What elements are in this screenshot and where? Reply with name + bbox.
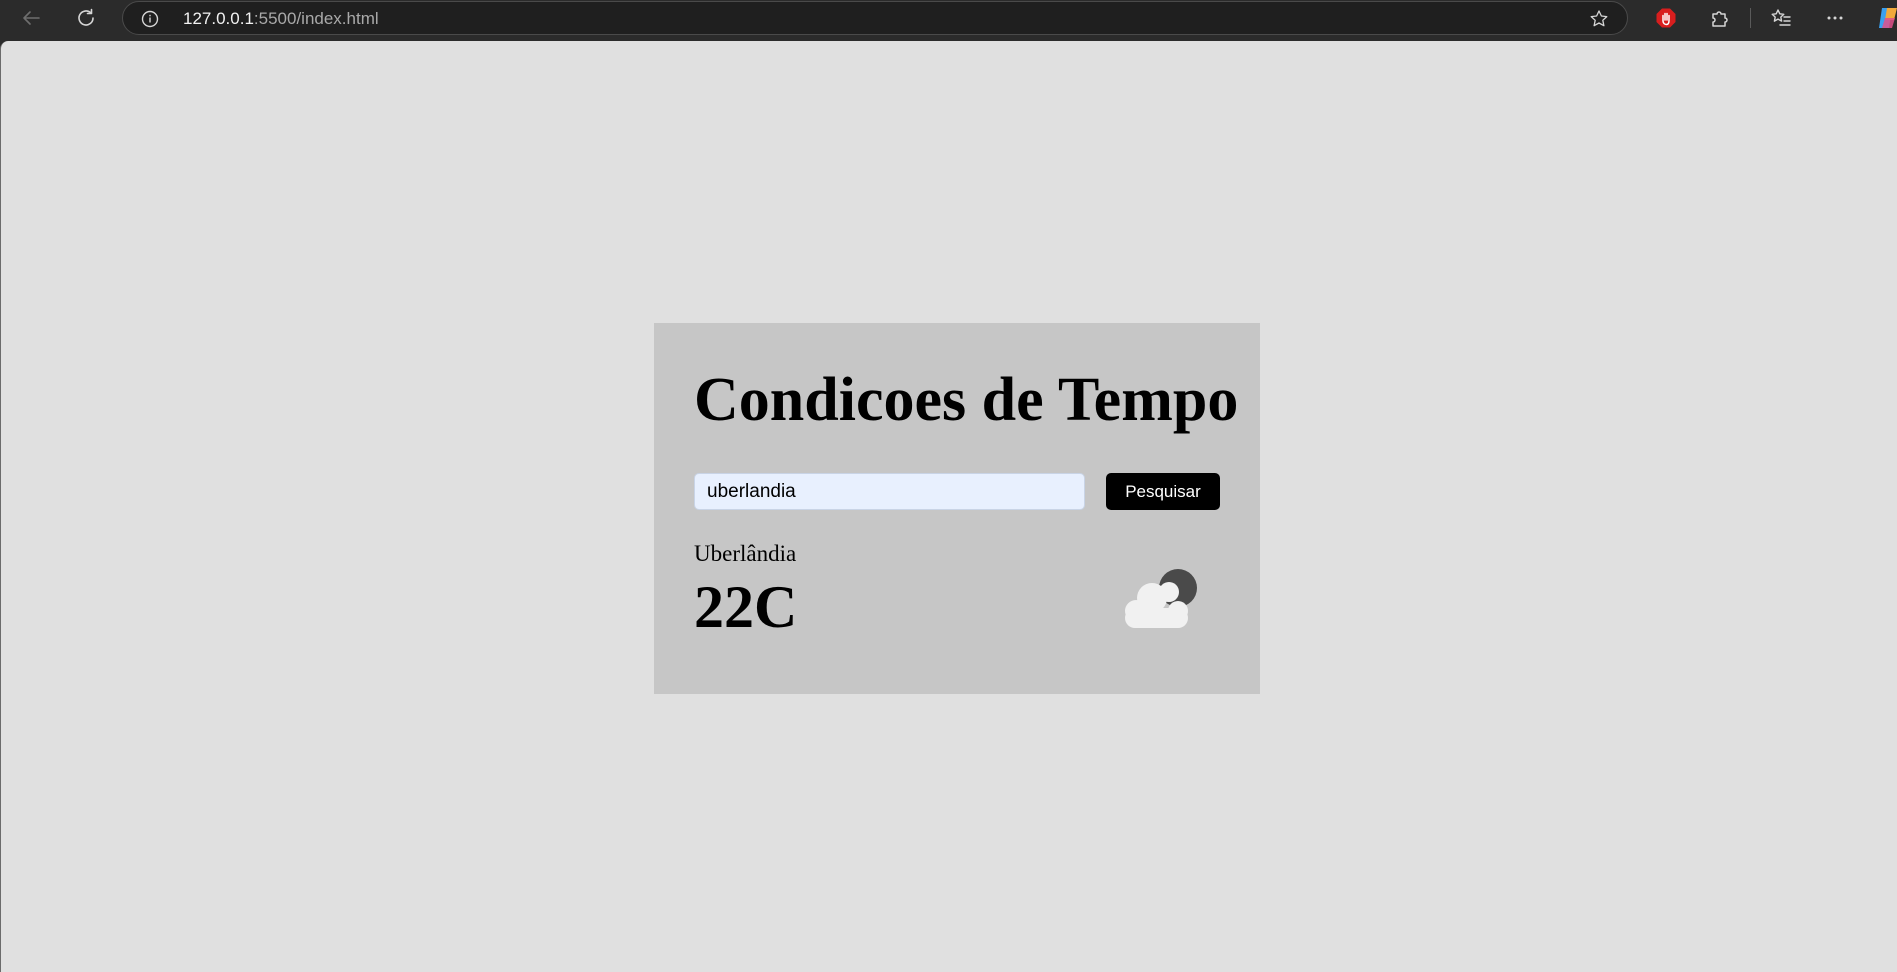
toolbar-divider xyxy=(1750,8,1751,28)
stop-hand-icon xyxy=(1656,8,1676,28)
favorites-icon xyxy=(1771,9,1791,26)
star-icon[interactable] xyxy=(1589,9,1609,29)
page-viewport: Condicoes de Tempo Pesquisar Uberlândia … xyxy=(0,41,1897,972)
city-search-input[interactable] xyxy=(694,473,1085,510)
url-path: :5500/index.html xyxy=(253,9,379,28)
cloud-night-icon xyxy=(1125,569,1197,628)
back-button[interactable] xyxy=(15,2,47,34)
more-button[interactable] xyxy=(1819,2,1851,34)
browser-toolbar: 127.0.0.1:5500/index.html xyxy=(0,0,1897,36)
refresh-button[interactable] xyxy=(70,2,102,34)
refresh-icon xyxy=(78,8,94,26)
copilot-icon xyxy=(1879,8,1897,28)
search-button[interactable]: Pesquisar xyxy=(1106,473,1220,510)
info-icon[interactable] xyxy=(141,10,159,28)
url-host: 127.0.0.1 xyxy=(183,9,254,28)
copilot-button[interactable] xyxy=(1872,2,1897,34)
adblock-extension-button[interactable] xyxy=(1650,2,1682,34)
extensions-button[interactable] xyxy=(1704,2,1736,34)
url-text[interactable]: 127.0.0.1:5500/index.html xyxy=(183,9,379,29)
page-title: Condicoes de Tempo xyxy=(694,366,1239,434)
arrow-left-icon xyxy=(23,11,40,25)
address-bar[interactable]: 127.0.0.1:5500/index.html xyxy=(122,1,1628,35)
ellipsis-icon xyxy=(1827,16,1843,20)
temperature: 22C xyxy=(694,574,798,640)
weather-card: Condicoes de Tempo Pesquisar Uberlândia … xyxy=(654,323,1260,694)
city-name: Uberlândia xyxy=(694,541,797,566)
favorites-button[interactable] xyxy=(1765,2,1797,34)
puzzle-icon xyxy=(1712,11,1728,27)
